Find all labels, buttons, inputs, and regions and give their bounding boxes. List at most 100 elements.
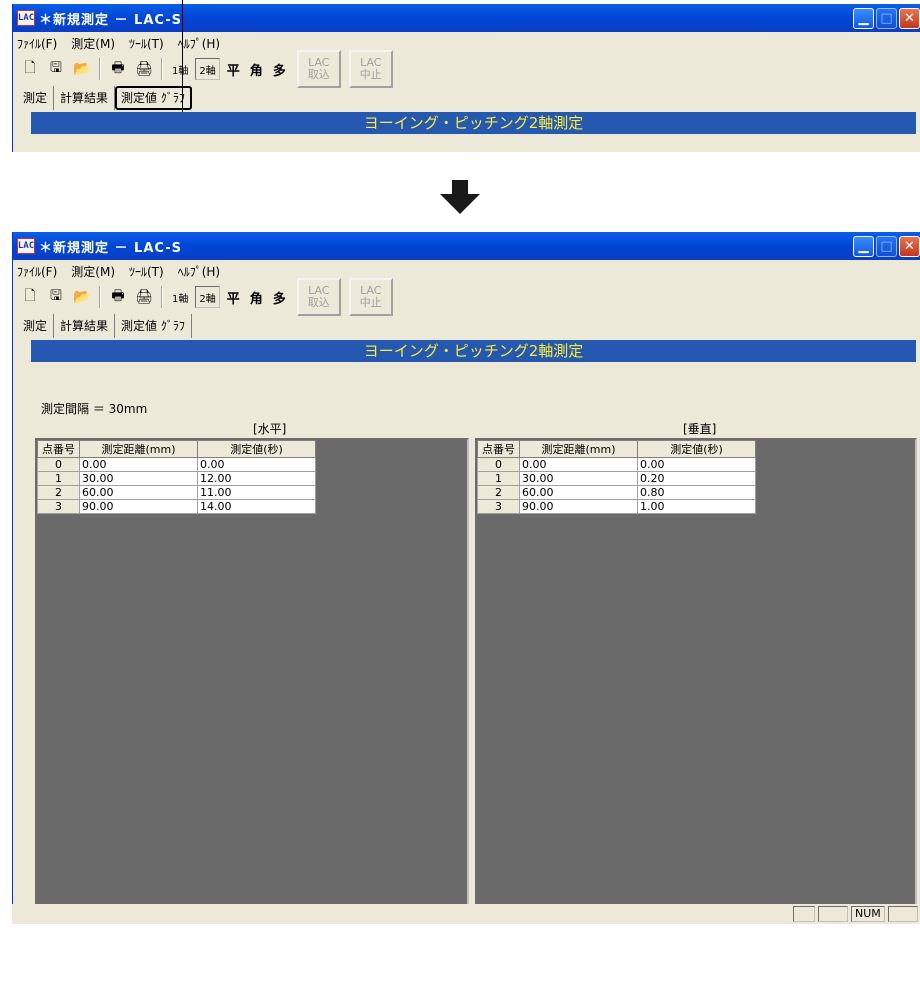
print-preview-icon[interactable]: 🖶 xyxy=(107,286,129,308)
lac-stop-button[interactable]: LAC 中止 xyxy=(348,278,393,316)
tab-strip: 測定 計算結果 測定値 ｸﾞﾗﾌ xyxy=(13,84,920,110)
save-icon[interactable]: 🖫 xyxy=(45,286,67,308)
maximize-button[interactable]: □ xyxy=(876,7,897,29)
vertical-pane: 点番号 測定距離(mm) 測定値(秒) 0 0.00 0.00 1 30.00 … xyxy=(475,438,917,908)
table-cell: 3 xyxy=(37,499,80,514)
status-bar: NUM xyxy=(12,904,920,924)
horizontal-table: 点番号 測定距離(mm) 測定値(秒) 0 0.00 0.00 1 30.00 … xyxy=(37,440,316,514)
mode-1axis-button[interactable]: 1軸 xyxy=(169,286,191,308)
mode-banner: ヨーイング・ピッチング2軸測定 xyxy=(31,112,916,134)
table-row[interactable]: 2 60.00 0.80 xyxy=(477,485,756,500)
callout-line xyxy=(182,0,183,112)
menu-file[interactable]: ﾌｧｲﾙ(F) xyxy=(17,263,57,280)
flat-button[interactable]: 平 xyxy=(224,286,243,308)
status-num: NUM xyxy=(851,906,885,922)
menu-tools[interactable]: ﾂｰﾙ(T) xyxy=(129,35,164,52)
menu-help[interactable]: ﾍﾙﾌﾟ(H) xyxy=(178,35,220,52)
open-icon[interactable]: 📂 xyxy=(71,58,93,80)
toolbar-separator xyxy=(99,58,101,80)
table-cell: 60.00 xyxy=(519,485,638,500)
table-row[interactable]: 3 90.00 1.00 xyxy=(477,499,756,514)
horizontal-label: [水平] xyxy=(253,422,287,436)
table-cell: 30.00 xyxy=(79,471,198,486)
column-header: 点番号 xyxy=(477,440,520,458)
down-arrow-icon xyxy=(440,180,480,214)
table-cell: 0.00 xyxy=(637,457,756,472)
tab-results[interactable]: 計算結果 xyxy=(54,314,116,338)
menu-measure[interactable]: 測定(M) xyxy=(71,263,115,280)
minimize-button[interactable]: ▁ xyxy=(853,235,874,257)
table-cell: 90.00 xyxy=(519,499,638,514)
print-preview-icon[interactable]: 🖶 xyxy=(107,58,129,80)
table-row[interactable]: 0 0.00 0.00 xyxy=(37,457,316,472)
angle-button[interactable]: 角 xyxy=(247,286,266,308)
table-cell: 0 xyxy=(477,457,520,472)
table-cell: 1.00 xyxy=(637,499,756,514)
window-before: LAC ＊新規測定 － LAC-S ▁ □ ✕ ﾌｧｲﾙ(F) 測定(M) ﾂｰ… xyxy=(12,4,920,152)
table-cell: 12.00 xyxy=(197,471,316,486)
table-cell: 3 xyxy=(477,499,520,514)
menu-help[interactable]: ﾍﾙﾌﾟ(H) xyxy=(178,263,220,280)
minimize-button[interactable]: ▁ xyxy=(853,7,874,29)
horizontal-pane: 点番号 測定距離(mm) 測定値(秒) 0 0.00 0.00 1 30.00 … xyxy=(35,438,469,908)
print-icon[interactable]: 🖨 xyxy=(133,58,155,80)
lac-import-button[interactable]: LAC 取込 xyxy=(296,278,341,316)
toolbar-separator xyxy=(161,58,163,80)
maximize-button[interactable]: □ xyxy=(876,235,897,257)
menu-tools[interactable]: ﾂｰﾙ(T) xyxy=(129,263,164,280)
table-cell: 0.80 xyxy=(637,485,756,500)
table-cell: 1 xyxy=(477,471,520,486)
table-cell: 1 xyxy=(37,471,80,486)
open-icon[interactable]: 📂 xyxy=(71,286,93,308)
table-row[interactable]: 0 0.00 0.00 xyxy=(477,457,756,472)
lac-import-button[interactable]: LAC 取込 xyxy=(296,50,341,88)
mode-2axis-button[interactable]: 2軸 xyxy=(195,286,220,308)
tab-graph[interactable]: 測定値 ｸﾞﾗﾌ xyxy=(115,86,192,110)
lac-stop-button[interactable]: LAC 中止 xyxy=(348,50,393,88)
close-button[interactable]: ✕ xyxy=(899,7,920,29)
window-title: ＊新規測定 － LAC-S xyxy=(39,240,182,256)
table-cell: 0.00 xyxy=(79,457,198,472)
flat-button[interactable]: 平 xyxy=(224,58,243,80)
table-row[interactable]: 3 90.00 14.00 xyxy=(37,499,316,514)
toolbar-separator xyxy=(99,286,101,308)
interval-text: 測定間隔 ＝ 30mm xyxy=(41,402,148,416)
table-cell: 2 xyxy=(37,485,80,500)
mode-2axis-button[interactable]: 2軸 xyxy=(195,58,220,80)
menu-file[interactable]: ﾌｧｲﾙ(F) xyxy=(17,35,57,52)
tab-measure[interactable]: 測定 xyxy=(17,86,55,110)
tab-measure[interactable]: 測定 xyxy=(17,314,55,338)
table-row[interactable]: 1 30.00 0.20 xyxy=(477,471,756,486)
print-icon[interactable]: 🖨 xyxy=(133,286,155,308)
multi-button[interactable]: 多 xyxy=(270,58,289,80)
app-icon: LAC xyxy=(17,238,35,254)
save-icon[interactable]: 🖫 xyxy=(45,58,67,80)
column-header: 測定距離(mm) xyxy=(519,440,638,458)
menu-bar: ﾌｧｲﾙ(F) 測定(M) ﾂｰﾙ(T) ﾍﾙﾌﾟ(H) xyxy=(13,32,920,54)
menu-measure[interactable]: 測定(M) xyxy=(71,35,115,52)
new-icon[interactable]: 🗋 xyxy=(19,286,41,308)
status-cell xyxy=(793,906,815,922)
toolbar-separator xyxy=(161,286,163,308)
multi-button[interactable]: 多 xyxy=(270,286,289,308)
toolbar: 🗋 🖫 📂 🖶 🖨 1軸 2軸 平 角 多 LAC 取込 LAC 中止 xyxy=(13,278,920,316)
table-row[interactable]: 2 60.00 11.00 xyxy=(37,485,316,500)
mode-1axis-button[interactable]: 1軸 xyxy=(169,58,191,80)
column-header: 測定値(秒) xyxy=(637,440,756,458)
table-cell: 0.20 xyxy=(637,471,756,486)
window-after: LAC ＊新規測定 － LAC-S ▁ □ ✕ ﾌｧｲﾙ(F) 測定(M) ﾂｰ… xyxy=(12,232,920,908)
angle-button[interactable]: 角 xyxy=(247,58,266,80)
toolbar: 🗋 🖫 📂 🖶 🖨 1軸 2軸 平 角 多 LAC 取込 LAC 中止 xyxy=(13,50,920,88)
title-bar: LAC ＊新規測定 － LAC-S ▁ □ ✕ xyxy=(13,4,920,32)
tab-graph[interactable]: 測定値 ｸﾞﾗﾌ xyxy=(115,314,192,338)
tab-results[interactable]: 計算結果 xyxy=(54,86,116,110)
table-cell: 14.00 xyxy=(197,499,316,514)
title-bar: LAC ＊新規測定 － LAC-S ▁ □ ✕ xyxy=(13,232,920,260)
mode-banner: ヨーイング・ピッチング2軸測定 xyxy=(31,340,916,362)
table-cell: 0.00 xyxy=(197,457,316,472)
table-cell: 0.00 xyxy=(519,457,638,472)
table-cell: 11.00 xyxy=(197,485,316,500)
table-row[interactable]: 1 30.00 12.00 xyxy=(37,471,316,486)
new-icon[interactable]: 🗋 xyxy=(19,58,41,80)
close-button[interactable]: ✕ xyxy=(899,235,920,257)
